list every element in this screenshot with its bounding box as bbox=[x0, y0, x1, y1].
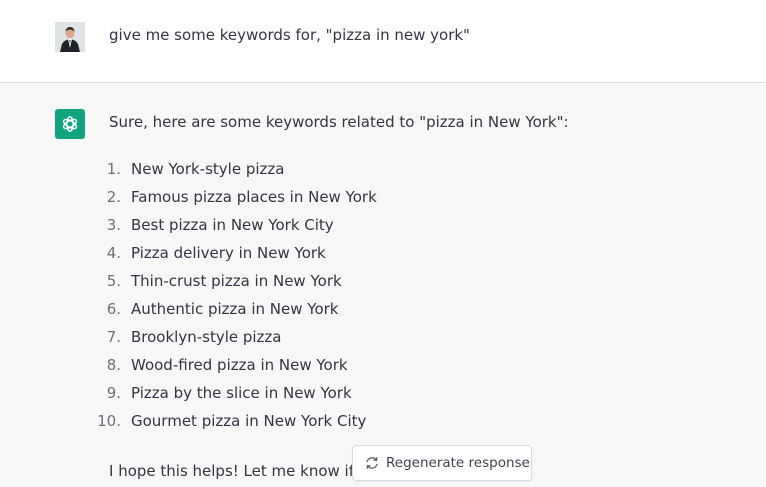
list-item-text: New York-style pizza bbox=[131, 160, 285, 178]
list-item-text: Famous pizza places in New York bbox=[131, 188, 377, 206]
list-item-number: 2. bbox=[106, 188, 121, 206]
list-item-text: Brooklyn-style pizza bbox=[131, 328, 282, 346]
regenerate-response-button[interactable]: Regenerate response bbox=[352, 445, 532, 481]
assistant-outro-text: I hope this helps! Let me know if y bbox=[109, 462, 368, 480]
user-message-row: give me some keywords for, "pizza in new… bbox=[0, 0, 766, 83]
list-item-text: Pizza delivery in New York bbox=[131, 244, 326, 262]
openai-logo-icon bbox=[62, 116, 78, 132]
list-item-number: 8. bbox=[106, 356, 121, 374]
list-item-number: 7. bbox=[106, 328, 121, 346]
list-item-number: 3. bbox=[106, 216, 121, 234]
list-item-text: Authentic pizza in New York bbox=[131, 300, 339, 318]
list-item-number: 6. bbox=[106, 300, 121, 318]
chatgpt-logo-icon bbox=[55, 109, 85, 139]
regenerate-response-label: Regenerate response bbox=[386, 455, 530, 471]
list-item-number: 10. bbox=[97, 412, 121, 430]
list-item-text: Pizza by the slice in New York bbox=[131, 384, 352, 402]
list-item-text: Gourmet pizza in New York City bbox=[131, 412, 367, 430]
assistant-intro-text: Sure, here are some keywords related to … bbox=[109, 113, 569, 131]
refresh-icon bbox=[365, 456, 379, 470]
user-avatar bbox=[55, 22, 85, 52]
list-item-number: 1. bbox=[106, 160, 121, 178]
chat-page: give me some keywords for, "pizza in new… bbox=[0, 0, 766, 487]
list-item-text: Thin-crust pizza in New York bbox=[131, 272, 342, 290]
list-item-text: Best pizza in New York City bbox=[131, 216, 334, 234]
user-avatar-image bbox=[55, 22, 85, 52]
user-message-text: give me some keywords for, "pizza in new… bbox=[109, 26, 470, 44]
list-item-number: 5. bbox=[106, 272, 121, 290]
list-item-text: Wood-fired pizza in New York bbox=[131, 356, 348, 374]
assistant-message-row: Sure, here are some keywords related to … bbox=[0, 83, 766, 487]
list-item-number: 4. bbox=[106, 244, 121, 262]
list-item-number: 9. bbox=[106, 384, 121, 402]
